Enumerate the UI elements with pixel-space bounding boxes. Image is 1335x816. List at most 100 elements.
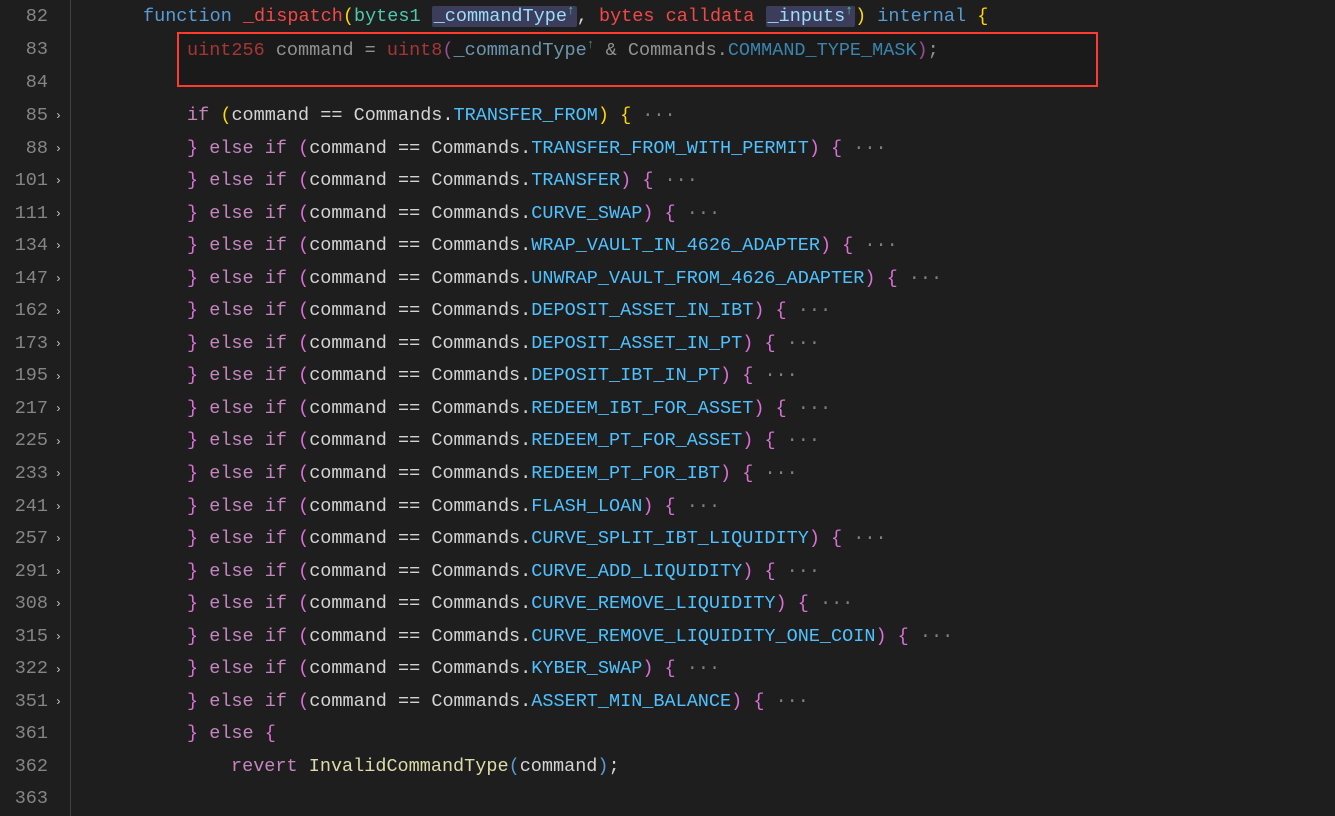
fold-icon[interactable]: › (52, 533, 62, 545)
code-content[interactable]: } else if (command == Commands.TRANSFER)… (70, 165, 1335, 198)
code-line[interactable]: 84 (0, 67, 1335, 100)
code-content[interactable]: } else { (70, 718, 1335, 751)
code-line[interactable]: 308›} else if (command == Commands.CURVE… (0, 588, 1335, 621)
fold-icon[interactable]: › (52, 175, 62, 187)
code-line[interactable]: 111›} else if (command == Commands.CURVE… (0, 198, 1335, 231)
folded-dots[interactable]: ··· (665, 170, 698, 191)
code-content[interactable]: uint256 command = uint8(_commandType↑ & … (70, 34, 1335, 68)
code-content[interactable]: } else if (command == Commands.CURVE_SPL… (70, 523, 1335, 556)
code-content[interactable]: revert InvalidCommandType(command); (70, 751, 1335, 784)
folded-dots[interactable]: ··· (798, 300, 831, 321)
code-content[interactable]: } else if (command == Commands.TRANSFER_… (70, 133, 1335, 166)
folded-dots[interactable]: ··· (787, 333, 820, 354)
fold-icon[interactable]: › (52, 696, 62, 708)
close-paren: ) (809, 528, 820, 549)
code-content[interactable]: } else if (command == Commands.CURVE_REM… (70, 621, 1335, 654)
folded-dots[interactable]: ··· (776, 691, 809, 712)
code-line[interactable]: 101›} else if (command == Commands.TRANS… (0, 165, 1335, 198)
fold-icon[interactable]: › (52, 240, 62, 252)
folded-dots[interactable]: ··· (687, 658, 720, 679)
folded-dots[interactable]: ··· (820, 593, 853, 614)
close-paren: ) (720, 365, 731, 386)
code-content[interactable]: function _dispatch(bytes1 _commandType↑,… (70, 0, 1335, 34)
code-line[interactable]: 88›} else if (command == Commands.TRANSF… (0, 133, 1335, 166)
code-line[interactable]: 351›} else if (command == Commands.ASSER… (0, 686, 1335, 719)
code-content[interactable]: } else if (command == Commands.ASSERT_MI… (70, 686, 1335, 719)
fold-icon[interactable]: › (52, 664, 62, 676)
fold-icon[interactable]: › (52, 338, 62, 350)
code-line[interactable]: 147›} else if (command == Commands.UNWRA… (0, 263, 1335, 296)
code-line[interactable]: 233›} else if (command == Commands.REDEE… (0, 458, 1335, 491)
open-paren: ( (298, 268, 309, 289)
fold-icon[interactable]: › (52, 598, 62, 610)
folded-dots[interactable]: ··· (853, 528, 886, 549)
fold-icon[interactable]: › (52, 631, 62, 643)
code-line[interactable]: 241›} else if (command == Commands.FLASH… (0, 491, 1335, 524)
folded-dots[interactable]: ··· (920, 626, 953, 647)
folded-dots[interactable]: ··· (864, 235, 897, 256)
code-content[interactable]: } else if (command == Commands.CURVE_ADD… (70, 556, 1335, 589)
code-content[interactable]: } else if (command == Commands.CURVE_SWA… (70, 198, 1335, 231)
code-line[interactable]: 225›} else if (command == Commands.REDEE… (0, 425, 1335, 458)
fold-icon[interactable]: › (52, 208, 62, 220)
code-line[interactable]: 195›} else if (command == Commands.DEPOS… (0, 360, 1335, 393)
folded-dots[interactable]: ··· (909, 268, 942, 289)
code-line[interactable]: 162›} else if (command == Commands.DEPOS… (0, 295, 1335, 328)
fold-icon[interactable]: › (52, 110, 62, 122)
folded-dots[interactable]: ··· (787, 561, 820, 582)
keyword-if: if (265, 365, 287, 386)
fold-icon[interactable]: › (52, 273, 62, 285)
code-content[interactable]: } else if (command == Commands.UNWRAP_VA… (70, 263, 1335, 296)
code-line[interactable]: 82 function _dispatch(bytes1 _commandTyp… (0, 0, 1335, 34)
fold-icon[interactable]: › (52, 403, 62, 415)
fold-icon[interactable]: › (52, 436, 62, 448)
code-line[interactable]: 83 uint256 command = uint8(_commandType↑… (0, 34, 1335, 68)
var-command: command (309, 300, 387, 321)
folded-dots[interactable]: ··· (764, 463, 797, 484)
code-content[interactable]: if (command == Commands.TRANSFER_FROM) {… (70, 100, 1335, 133)
code-content[interactable]: } else if (command == Commands.REDEEM_PT… (70, 458, 1335, 491)
code-content[interactable] (70, 783, 1335, 816)
code-content[interactable]: } else if (command == Commands.FLASH_LOA… (70, 491, 1335, 524)
code-line[interactable]: 322›} else if (command == Commands.KYBER… (0, 653, 1335, 686)
fold-icon[interactable]: › (52, 306, 62, 318)
folded-dots[interactable]: ··· (642, 105, 675, 126)
gutter: 363 (0, 783, 70, 816)
fold-icon[interactable]: › (52, 371, 62, 383)
code-line[interactable]: 85› if (command == Commands.TRANSFER_FRO… (0, 100, 1335, 133)
fold-icon[interactable]: › (52, 468, 62, 480)
var-command: command (231, 105, 309, 126)
code-content[interactable]: } else if (command == Commands.REDEEM_IB… (70, 393, 1335, 426)
folded-dots[interactable]: ··· (798, 398, 831, 419)
code-line[interactable]: 315›} else if (command == Commands.CURVE… (0, 621, 1335, 654)
code-content[interactable]: } else if (command == Commands.DEPOSIT_I… (70, 360, 1335, 393)
folded-dots[interactable]: ··· (764, 365, 797, 386)
gutter: 217› (0, 393, 70, 426)
code-line[interactable]: 361 } else { (0, 718, 1335, 751)
code-line[interactable]: 363 (0, 783, 1335, 816)
namespace-commands: Commands (431, 691, 520, 712)
op-eqeq: == (398, 365, 420, 386)
code-content[interactable]: } else if (command == Commands.DEPOSIT_A… (70, 295, 1335, 328)
code-content[interactable] (70, 67, 1335, 100)
code-content[interactable]: } else if (command == Commands.WRAP_VAUL… (70, 230, 1335, 263)
code-content[interactable]: } else if (command == Commands.KYBER_SWA… (70, 653, 1335, 686)
code-line[interactable]: 291›} else if (command == Commands.CURVE… (0, 556, 1335, 589)
fold-icon[interactable]: › (52, 566, 62, 578)
code-content[interactable]: } else if (command == Commands.REDEEM_PT… (70, 425, 1335, 458)
folded-dots[interactable]: ··· (687, 496, 720, 517)
fold-icon[interactable]: › (52, 143, 62, 155)
code-content[interactable]: } else if (command == Commands.CURVE_REM… (70, 588, 1335, 621)
code-line[interactable]: 173›} else if (command == Commands.DEPOS… (0, 328, 1335, 361)
code-line[interactable]: 257›} else if (command == Commands.CURVE… (0, 523, 1335, 556)
code-line[interactable]: 217›} else if (command == Commands.REDEE… (0, 393, 1335, 426)
folded-dots[interactable]: ··· (853, 138, 886, 159)
fold-icon[interactable]: › (52, 501, 62, 513)
folded-dots[interactable]: ··· (687, 203, 720, 224)
code-line[interactable]: 362 revert InvalidCommandType(command); (0, 751, 1335, 784)
keyword-if: if (265, 496, 287, 517)
close-paren: ) (731, 691, 742, 712)
code-content[interactable]: } else if (command == Commands.DEPOSIT_A… (70, 328, 1335, 361)
folded-dots[interactable]: ··· (787, 430, 820, 451)
code-line[interactable]: 134›} else if (command == Commands.WRAP_… (0, 230, 1335, 263)
